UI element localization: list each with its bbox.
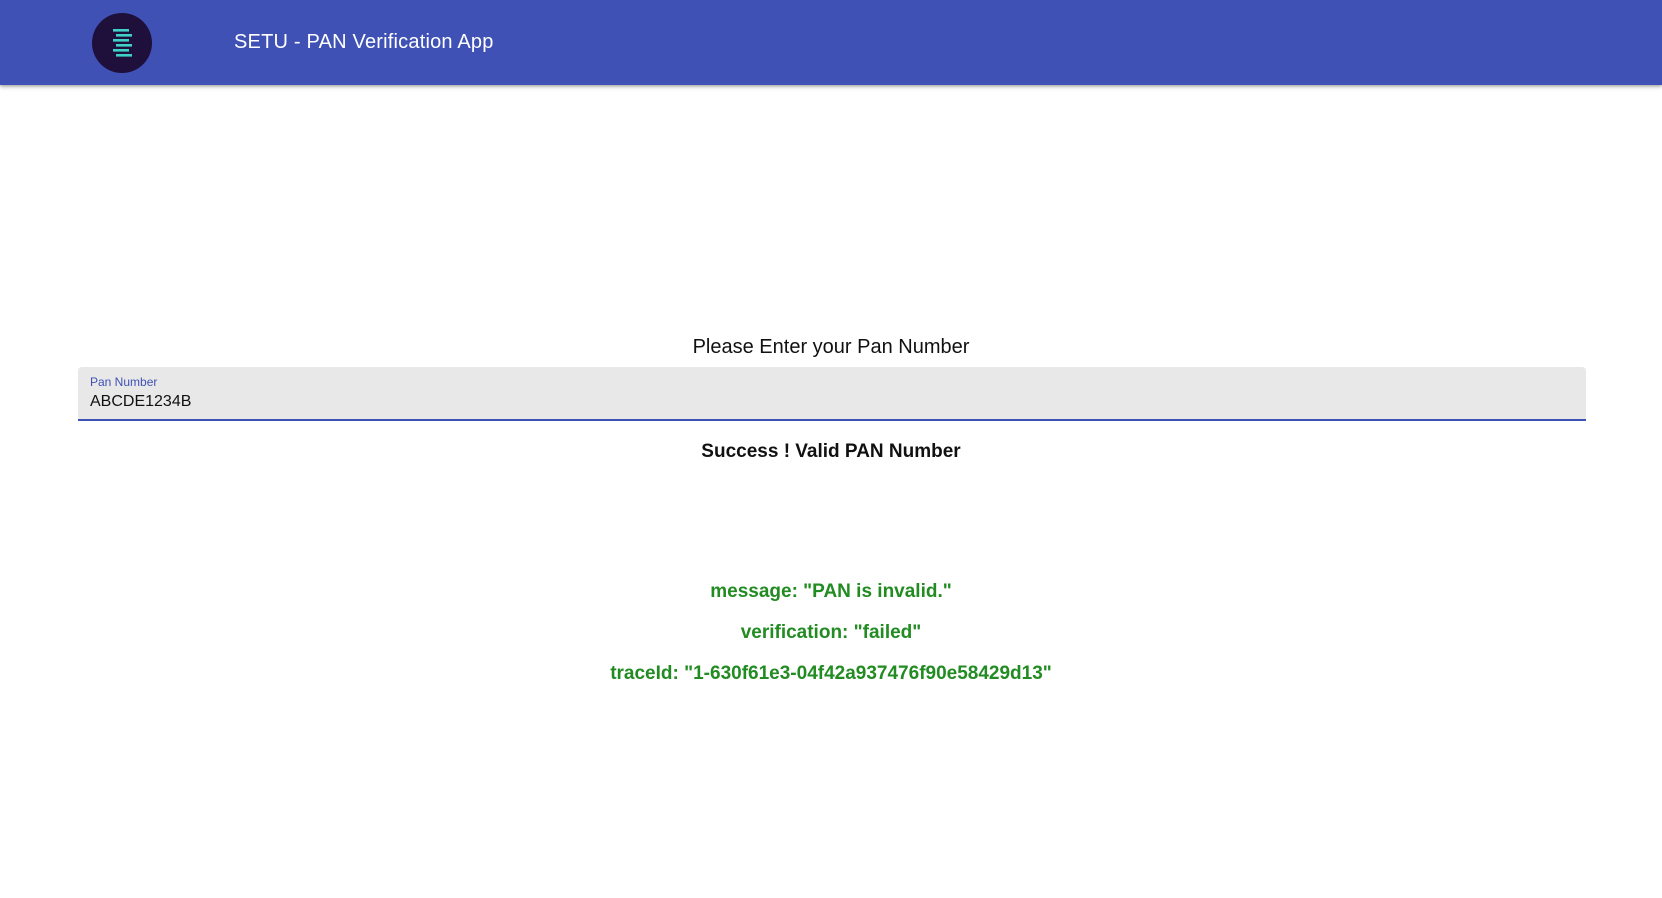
pan-number-label: Pan Number	[90, 375, 158, 389]
setu-logo-icon[interactable]	[92, 13, 152, 73]
result-verification-line: verification: "failed"	[740, 622, 922, 643]
status-message: Success ! Valid PAN Number	[701, 441, 961, 462]
app-bar: SETU - PAN Verification App	[0, 0, 1662, 85]
pan-number-input[interactable]	[90, 391, 1570, 413]
result-traceid-line: traceId: "1-630f61e3-04f42a937476f90e584…	[610, 663, 1052, 684]
app-title: SETU - PAN Verification App	[234, 31, 494, 53]
result-message-line: message: "PAN is invalid."	[710, 581, 952, 602]
pan-prompt-label: Please Enter your Pan Number	[692, 336, 970, 358]
pan-number-field[interactable]: Pan Number	[78, 367, 1586, 421]
